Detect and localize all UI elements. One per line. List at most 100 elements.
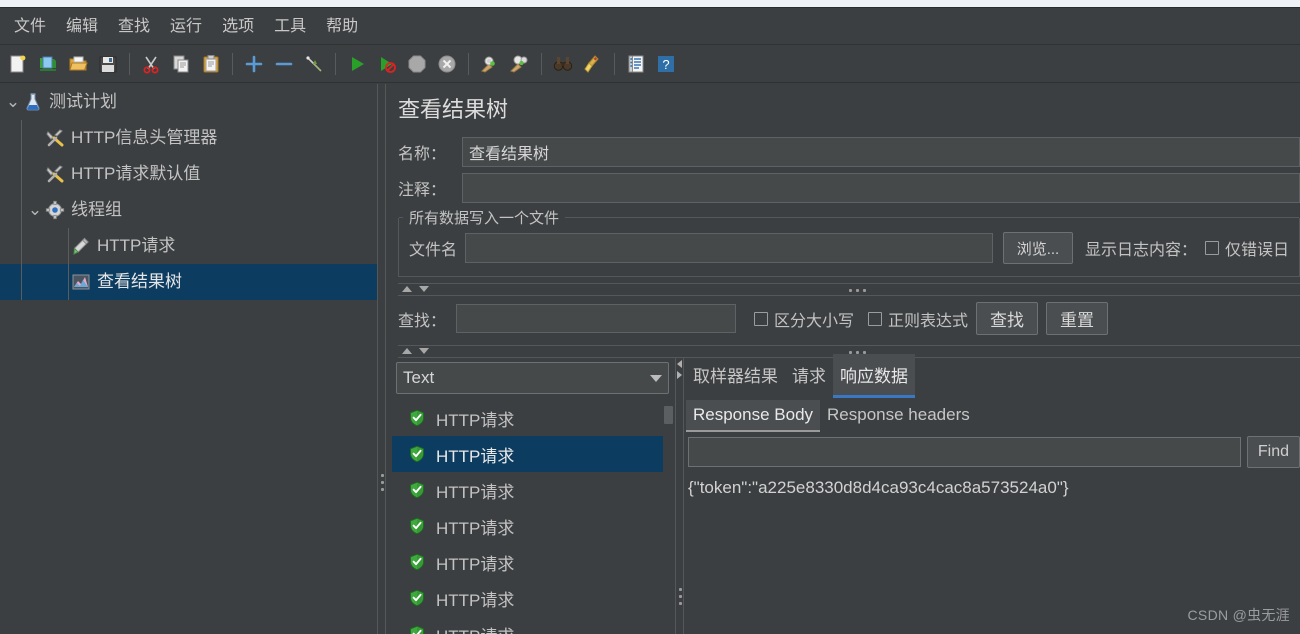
toolbar-stop-button[interactable] (404, 50, 430, 78)
detail-tab[interactable]: 取样器结果 (686, 354, 785, 398)
tree-guide-line (21, 264, 22, 300)
sample-result-item[interactable]: HTTP请求 (392, 400, 673, 436)
toolbar-separator (129, 52, 130, 75)
tree-guide-line (68, 228, 69, 264)
start-no-timers-icon (377, 54, 397, 74)
name-input[interactable] (462, 137, 1300, 167)
sample-result-label: HTTP请求 (436, 446, 515, 466)
scrollbar-thumb[interactable] (664, 406, 673, 424)
toolbar-start-no-timers-button[interactable] (374, 50, 400, 78)
toolbar-shutdown-button[interactable] (434, 50, 460, 78)
menu-help[interactable]: 帮助 (316, 13, 368, 41)
menu-run[interactable]: 运行 (160, 13, 212, 41)
response-find-button[interactable]: Find (1246, 436, 1300, 468)
stop-icon (407, 54, 427, 74)
response-subtab[interactable]: Response Body (686, 400, 821, 432)
toolbar-new-file-button[interactable] (5, 50, 31, 78)
renderer-select[interactable]: Text (396, 362, 669, 394)
sample-result-item[interactable]: HTTP请求 (392, 580, 673, 616)
toolbar-copy-button[interactable] (168, 50, 194, 78)
toolbar-clear-button[interactable] (477, 50, 503, 78)
sample-result-item[interactable]: HTTP请求 (392, 436, 673, 472)
main-vertical-splitter[interactable] (377, 84, 386, 634)
horizontal-splitter-top[interactable] (398, 283, 1300, 296)
results-vertical-splitter[interactable] (675, 358, 684, 634)
sample-result-item[interactable]: HTTP请求 (392, 544, 673, 580)
case-sensitive-label: 区分大小写 (774, 312, 855, 330)
toolbar-start-play-button[interactable] (344, 50, 370, 78)
search-input[interactable] (456, 304, 736, 333)
sample-result-list[interactable]: HTTP请求 HTTP请求 HTTP请求 HTTP请求 HTTP请求 HTTP请求 HTTP… (392, 400, 673, 634)
toolbar-help-button[interactable]: ? (653, 50, 679, 78)
detail-tab[interactable]: 响应数据 (833, 354, 915, 398)
regex-checkbox[interactable]: 正则表达式 (868, 307, 968, 331)
tree-node-label: HTTP请求 (97, 236, 176, 255)
error-only-checkbox[interactable]: 仅错误日 (1204, 236, 1289, 260)
menu-edit[interactable]: 编辑 (56, 13, 108, 41)
chevron-left-icon[interactable] (677, 360, 682, 368)
chevron-down-icon[interactable]: ⌄ (26, 201, 44, 218)
tree-node-http-request[interactable]: HTTP请求 (0, 228, 377, 264)
chevron-right-icon[interactable] (677, 371, 682, 379)
chevron-down-icon[interactable]: ⌄ (4, 93, 22, 110)
chevron-up-icon[interactable] (402, 348, 412, 354)
toolbar-reset-search-broom-button[interactable] (580, 50, 606, 78)
splitter-collapse-arrows[interactable] (677, 360, 682, 379)
toolbar-save-button[interactable] (95, 50, 121, 78)
copy-icon (171, 54, 191, 74)
tree-node-http-header-manager[interactable]: HTTP信息头管理器 (0, 120, 377, 156)
results-list-panel: Text HTTP请求 HTTP请求 HTTP请求 HTTP请求 HTTP请求 HTTP请… (392, 358, 673, 634)
toolbar-clear-all-button[interactable] (507, 50, 533, 78)
toolbar-open-folder-button[interactable] (65, 50, 91, 78)
chevron-up-icon[interactable] (402, 286, 412, 292)
function-helper-icon (626, 54, 646, 74)
open-template-icon (38, 54, 58, 74)
search-reset-button[interactable]: 重置 (1046, 302, 1109, 335)
shield-success-icon (408, 625, 428, 634)
toolbar-paste-button[interactable] (198, 50, 224, 78)
browse-button[interactable]: 浏览... (1002, 232, 1073, 264)
menu-search[interactable]: 查找 (108, 13, 160, 41)
comment-input[interactable] (462, 173, 1300, 203)
menu-bar: 文件 编辑 查找 运行 选项 工具 帮助 (0, 9, 1300, 45)
detail-tab[interactable]: 请求 (785, 354, 833, 398)
search-find-button[interactable]: 查找 (976, 302, 1039, 335)
sample-result-item[interactable]: HTTP请求 (392, 472, 673, 508)
checkbox-box-icon (868, 311, 883, 326)
response-find-input[interactable] (688, 437, 1241, 467)
tree-node-label: 测试计划 (49, 92, 117, 111)
case-sensitive-checkbox[interactable]: 区分大小写 (754, 307, 854, 331)
splitter-collapse-arrows[interactable] (402, 286, 429, 292)
menu-options[interactable]: 选项 (212, 13, 264, 41)
toolbar-separator (335, 52, 336, 75)
tree-node-http-request-defaults[interactable]: HTTP请求默认值 (0, 156, 377, 192)
chevron-down-icon[interactable] (419, 286, 429, 292)
comment-label: 注释： (398, 182, 447, 199)
result-list-scrollbar[interactable] (663, 400, 673, 634)
tree-node-label: 线程组 (71, 200, 122, 219)
tree-node-view-results-tree[interactable]: 查看结果树 (0, 264, 377, 300)
chevron-down-icon[interactable] (419, 348, 429, 354)
filename-input[interactable] (465, 233, 993, 263)
tree-guide-line (21, 156, 22, 192)
detail-tabs: 取样器结果 请求 响应数据 (684, 354, 1300, 398)
toolbar-minus-button[interactable] (271, 50, 297, 78)
response-subtab[interactable]: Response headers (820, 400, 977, 432)
menu-file[interactable]: 文件 (4, 13, 56, 41)
splitter-collapse-arrows[interactable] (402, 348, 429, 354)
toolbar-plus-button[interactable] (241, 50, 267, 78)
toolbar-search-binoculars-button[interactable] (550, 50, 576, 78)
new-file-icon (8, 54, 28, 74)
toolbar-cut-scissors-button[interactable] (138, 50, 164, 78)
toolbar-toggle-button[interactable] (301, 50, 327, 78)
toolbar-open-template-button[interactable] (35, 50, 61, 78)
tree-node-thread-group[interactable]: ⌄ 线程组 (0, 192, 377, 228)
test-plan-tree[interactable]: ⌄ 测试计划 HTTP信息头管理器 HTTP请求默认值 ⌄ 线程组 HTTP请求查看结果树 (0, 84, 377, 634)
sample-result-item[interactable]: HTTP请求 (392, 508, 673, 544)
tree-node-test-plan[interactable]: ⌄ 测试计划 (0, 84, 377, 120)
sample-result-item[interactable]: HTTP请求 (392, 616, 673, 634)
name-field-row: 名称： (386, 134, 1300, 170)
menu-tools[interactable]: 工具 (264, 13, 316, 41)
response-find-row: Find (684, 432, 1300, 468)
toolbar-function-helper-button[interactable] (623, 50, 649, 78)
